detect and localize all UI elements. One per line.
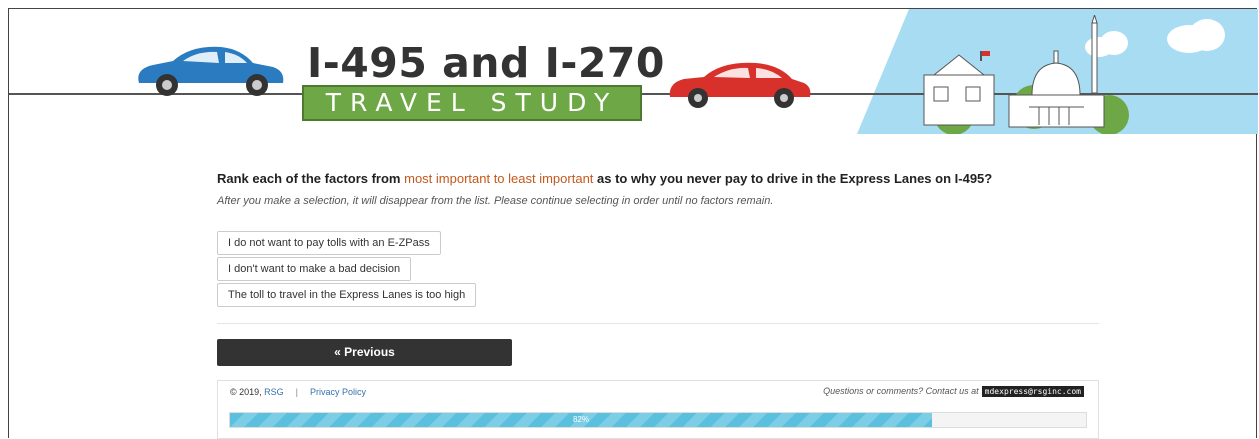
rank-option[interactable]: I do not want to pay tolls with an E-ZPa… <box>217 231 441 255</box>
previous-button[interactable]: « Previous <box>217 339 512 366</box>
question-suffix: as to why you never pay to drive in the … <box>593 171 993 186</box>
copyright-text: © 2019, <box>230 387 265 397</box>
capitol-buildings-icon <box>923 15 1129 134</box>
privacy-policy-link[interactable]: Privacy Policy <box>310 387 366 397</box>
contact-email[interactable]: mdexpress@rsginc.com <box>981 386 1084 397</box>
question-hint: After you make a selection, it will disa… <box>217 195 774 207</box>
progress-bar: 82% <box>229 412 1087 428</box>
question-prefix: Rank each of the factors from <box>217 171 405 186</box>
question-emphasis: most important to least important <box>404 171 594 186</box>
rank-option[interactable]: I don't want to make a bad decision <box>217 257 412 281</box>
rsg-link[interactable]: RSG <box>264 387 284 397</box>
header-banner: I-495 and I-270 TRAVEL STUDY <box>9 9 1258 134</box>
contact-info: Questions or comments? Contact us at mdex… <box>823 386 1084 397</box>
blue-car-icon <box>138 46 284 96</box>
study-title: I-495 and I-270 <box>307 39 665 87</box>
study-subtitle: TRAVEL STUDY <box>302 85 642 121</box>
rank-option[interactable]: The toll to travel in the Express Lanes … <box>217 283 477 307</box>
footer-separator: | <box>295 387 299 397</box>
question-text: Rank each of the factors from most impor… <box>217 171 992 186</box>
survey-footer: © 2019, RSG | Privacy Policy Questions or … <box>217 380 1099 439</box>
section-divider <box>217 323 1099 324</box>
survey-frame: I-495 and I-270 TRAVEL STUDY Rank each o… <box>8 8 1258 439</box>
progress-label: 82% <box>572 415 589 424</box>
contact-text: Questions or comments? Contact us at <box>823 386 979 396</box>
footer-left: © 2019, RSG | Privacy Policy <box>230 387 366 397</box>
red-car-icon <box>669 62 811 108</box>
